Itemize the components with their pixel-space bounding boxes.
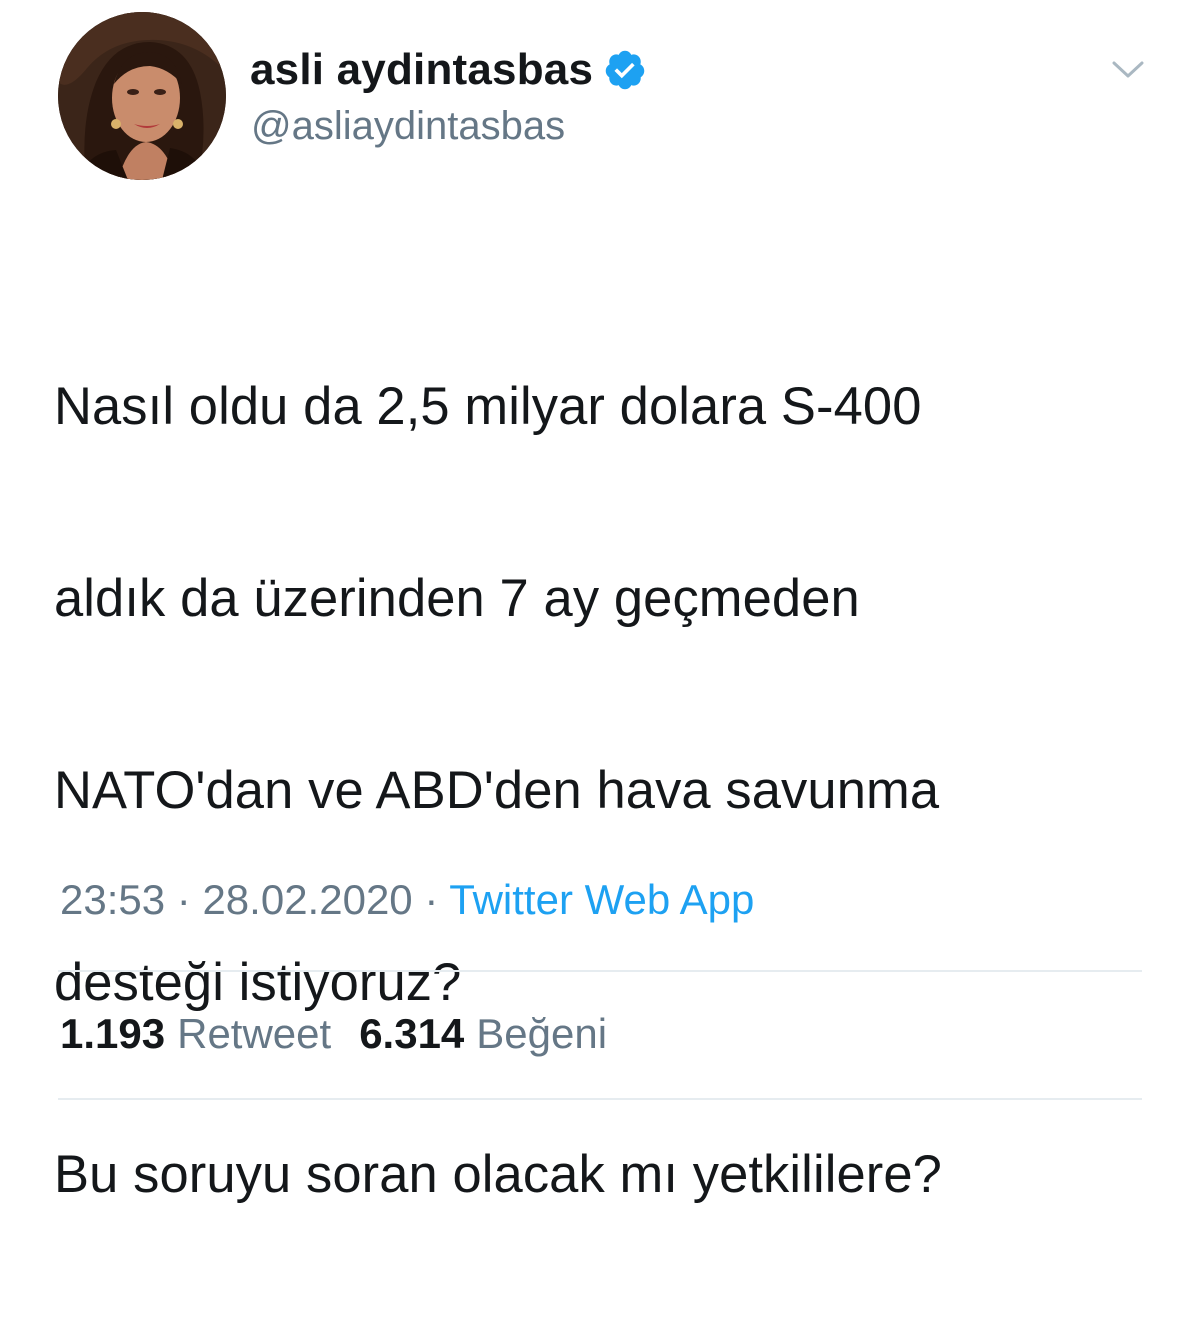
likes-count: 6.314 xyxy=(359,1010,465,1057)
profile-photo xyxy=(58,12,226,180)
tweet-text-line: Bu soruyu soran olacak mı yetkililere? xyxy=(54,1145,942,1204)
tweet-text: Nasıl oldu da 2,5 milyar dolara S-400 al… xyxy=(54,263,1164,1319)
likes-label: Beğeni xyxy=(476,1010,608,1057)
author-handle[interactable]: @asliaydintasbas xyxy=(251,104,565,149)
tweet-text-line: Nasıl oldu da 2,5 milyar dolara S-400 xyxy=(54,377,922,436)
author-name[interactable]: asli aydintasbas xyxy=(250,40,647,100)
likes-stat[interactable]: 6.314 Beğeni xyxy=(359,1010,607,1058)
meta-separator: · xyxy=(424,876,439,923)
retweets-label: Retweet xyxy=(177,1010,332,1057)
chevron-down-icon[interactable] xyxy=(1110,54,1146,84)
verified-badge-icon xyxy=(603,48,647,92)
tweet-text-line: aldık da üzerinden 7 ay geçmeden xyxy=(54,569,860,628)
divider xyxy=(58,1098,1142,1100)
tweet-time[interactable]: 23:53 xyxy=(60,876,165,923)
avatar[interactable] xyxy=(58,12,226,180)
tweet-source-link[interactable]: Twitter Web App xyxy=(449,876,754,923)
meta-separator: · xyxy=(176,876,191,923)
retweets-count: 1.193 xyxy=(60,1010,166,1057)
retweets-stat[interactable]: 1.193 Retweet xyxy=(60,1010,331,1058)
tweet-stats: 1.193 Retweet 6.314 Beğeni xyxy=(60,1010,607,1058)
tweet-meta: 23:53 · 28.02.2020 · Twitter Web App xyxy=(60,876,754,924)
tweet-date[interactable]: 28.02.2020 xyxy=(202,876,412,923)
author-display-name[interactable]: asli aydintasbas xyxy=(250,45,593,95)
tweet-text-line: NATO'dan ve ABD'den hava savunma xyxy=(54,761,940,820)
divider xyxy=(58,970,1142,972)
